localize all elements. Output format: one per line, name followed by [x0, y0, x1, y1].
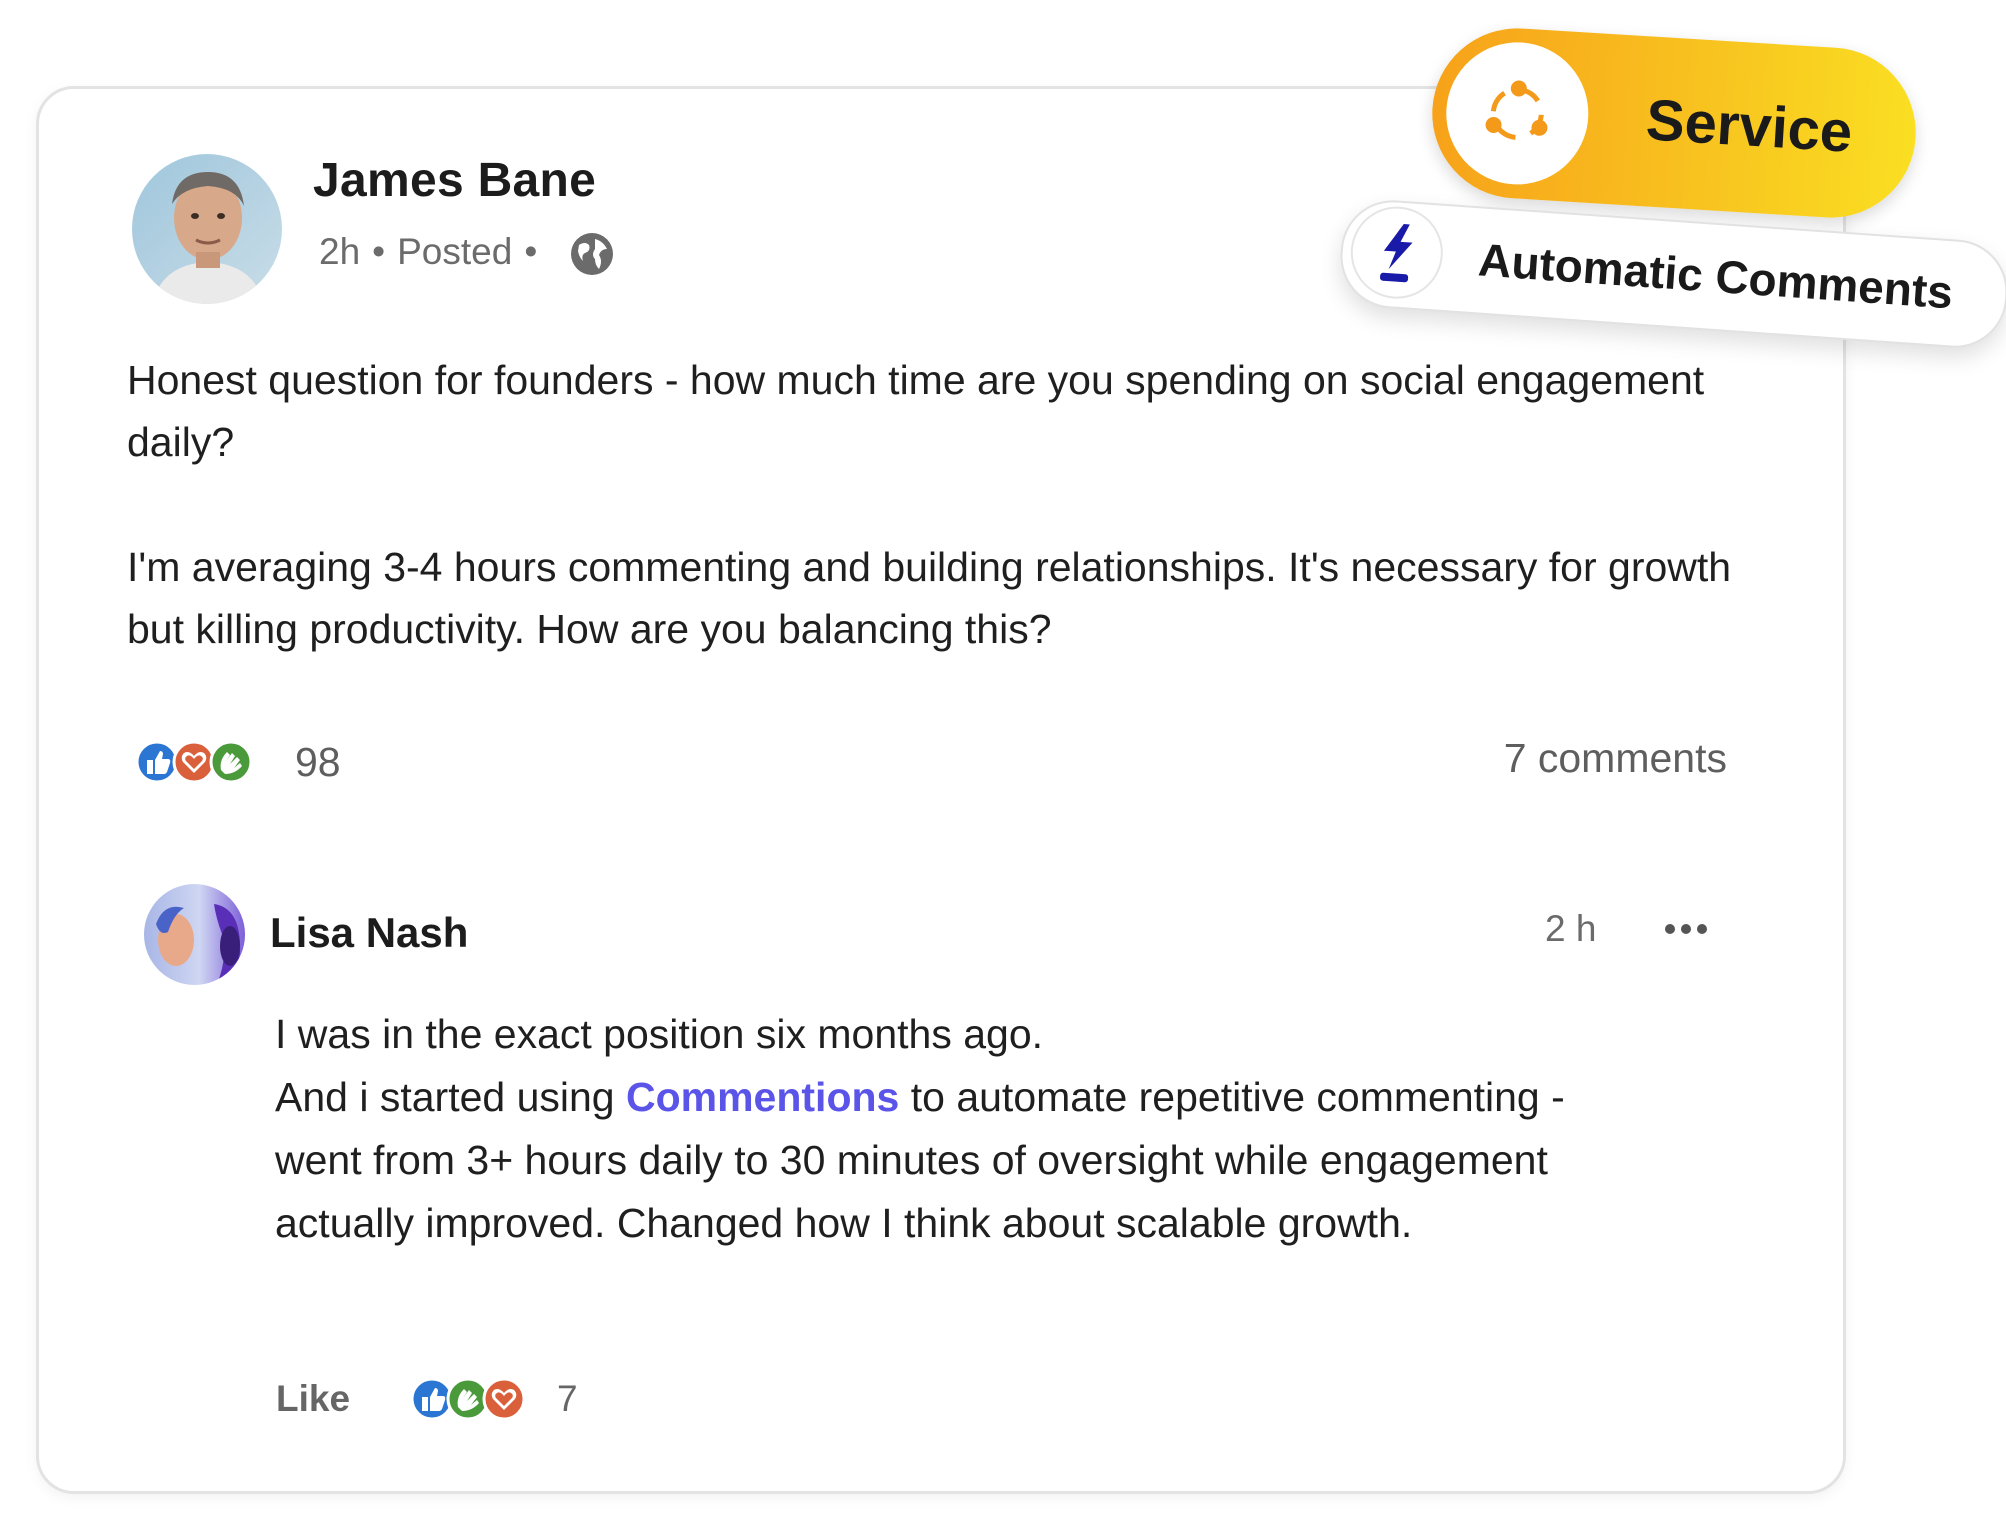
love-icon — [482, 1377, 526, 1421]
comment-line: I was in the exact position six months a… — [275, 1011, 1044, 1057]
comment-reactions[interactable] — [410, 1377, 534, 1425]
comment-time: 2 h — [1545, 908, 1597, 949]
comment-body: I was in the exact position six months a… — [275, 1003, 1655, 1255]
comment-like-button[interactable]: Like — [276, 1378, 350, 1420]
service-label: Service — [1644, 87, 1855, 165]
author-name[interactable]: James Bane — [313, 153, 596, 208]
comment-reaction-count[interactable]: 7 — [557, 1378, 578, 1420]
post-paragraph: Honest question for founders - how much … — [127, 357, 1705, 465]
lightning-icon — [1380, 224, 1413, 283]
comment-text: And i started using — [275, 1074, 626, 1120]
more-horizontal-icon[interactable] — [1663, 918, 1709, 940]
automatic-comments-label: Automatic Comments — [1476, 233, 1955, 319]
author-avatar-image — [132, 154, 282, 304]
post-paragraph: I'm averaging 3-4 hours commenting and b… — [127, 544, 1732, 652]
post-time: 2h — [319, 231, 361, 272]
globe-icon — [571, 233, 613, 275]
commenter-avatar[interactable] — [144, 884, 245, 985]
service-icon-circle — [1442, 38, 1593, 189]
commenter-avatar-image — [144, 884, 245, 985]
meta-separator: • — [524, 231, 538, 272]
celebrate-icon — [209, 740, 253, 784]
automatic-icon-circle — [1347, 203, 1446, 302]
comment-line: And i started using Commentions to autom… — [275, 1066, 1655, 1255]
author-avatar[interactable] — [132, 154, 282, 304]
commenter-name[interactable]: Lisa Nash — [270, 909, 468, 957]
service-badge: Service — [1427, 23, 1921, 223]
meta-separator: • — [372, 231, 386, 272]
comments-count[interactable]: 7 comments — [1504, 735, 1727, 782]
post-reactions[interactable] — [135, 740, 265, 788]
commentions-link[interactable]: Commentions — [626, 1074, 899, 1120]
post-body: Honest question for founders - how much … — [127, 349, 1747, 723]
share-nodes-icon — [1485, 80, 1548, 140]
reaction-count[interactable]: 98 — [295, 739, 341, 786]
post-meta: 2h • Posted • — [319, 231, 537, 273]
post-status: Posted — [397, 231, 513, 272]
